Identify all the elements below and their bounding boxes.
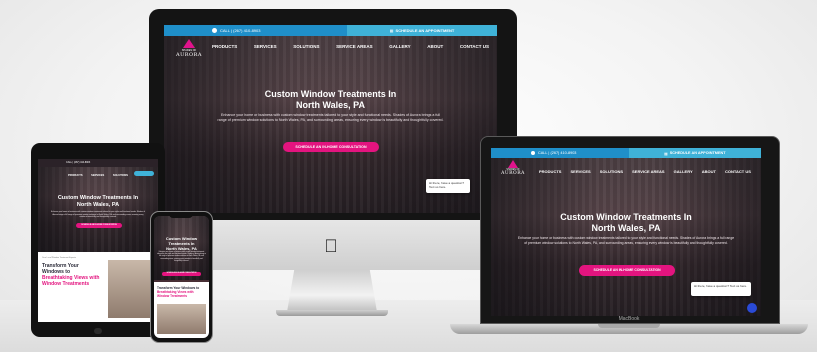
macbook-opening-notch	[598, 324, 660, 328]
consultation-label: SCHEDULE AN IN-HOME CONSULTATION	[81, 224, 117, 226]
ipad-appointment-button[interactable]	[134, 171, 154, 176]
window-treatment-image	[157, 304, 206, 334]
imac-stand-foot	[276, 310, 388, 316]
nav-contact[interactable]: CONTACT US	[460, 44, 489, 49]
consultation-label: SCHEDULE AN IN-HOME CONSULTATION	[593, 268, 661, 272]
main-nav: PRODUCTS SERVICES SOLUTIONS SERVICE AREA…	[539, 169, 751, 174]
hero-title-line1: Custom Window Treatments In	[57, 195, 139, 201]
window-treatment-image	[108, 260, 152, 318]
chat-text: Hi there, have a question? Text us here.	[429, 181, 465, 189]
nav-service-areas[interactable]: SERVICE AREAS	[632, 169, 664, 174]
chat-popup[interactable]: Hi there, have a question? Text us here.	[426, 179, 470, 193]
phone-icon	[531, 151, 535, 155]
consultation-label: SCHEDULE AN IN-HOME CONSULTATION	[295, 145, 367, 149]
call-label: CALL | (267) 410-8903	[538, 151, 577, 155]
nav-about[interactable]: ABOUT	[427, 44, 443, 49]
call-bar[interactable]: CALL | (267) 410-8903	[38, 159, 90, 167]
logo-mark-icon	[508, 160, 518, 168]
consultation-button[interactable]: SCHEDULE AN IN-HOME CONSULTATION	[579, 265, 675, 276]
nav-contact[interactable]: CONTACT US	[725, 169, 751, 174]
hero-title-line1: Custom Window Treatments In	[560, 212, 692, 222]
hero-text: Enhance your home or business with custo…	[51, 211, 145, 219]
appointment-button[interactable]: ▦ SCHEDULE AN APPOINTMENT	[628, 148, 761, 158]
nav-products[interactable]: PRODUCTS	[539, 169, 561, 174]
nav-products[interactable]: PRODUCTS	[212, 44, 237, 49]
appointment-label: SCHEDULE AN APPOINTMENT	[395, 28, 455, 33]
nav-services[interactable]: SERVICES	[91, 174, 104, 177]
calendar-icon: ▦	[389, 28, 394, 33]
ipad-screen: CALL | (267) 410-8903 PRODUCTS SERVICES …	[38, 159, 158, 322]
consultation-button[interactable]: SCHEDULE AN IN-HOME CONSULTATION	[283, 142, 379, 152]
nav-products[interactable]: PRODUCTS	[68, 174, 83, 177]
nav-services[interactable]: SERVICES	[571, 169, 591, 174]
nav-solutions[interactable]: SOLUTIONS	[600, 169, 623, 174]
consultation-button[interactable]: SCHEDULE AN IN-HOME CONSULTATION	[162, 272, 201, 276]
site-logo[interactable]: SHADES OF AURORA	[499, 160, 527, 176]
apple-logo-icon: 	[322, 236, 340, 256]
intro-section: Your Local Window Treatment Experts Tran…	[38, 252, 158, 322]
chat-text: Hi there, have a question? Text us here.	[694, 284, 747, 288]
hero-text: Enhance your home or business with custo…	[217, 113, 444, 122]
hero-title-line2: North Wales, PA	[166, 246, 197, 251]
consultation-label: SCHEDULE AN IN-HOME CONSULTATION	[166, 273, 197, 274]
section-title-pink: Breathtaking Views with Window Treatment…	[157, 290, 194, 298]
ipad-home-indicator	[94, 328, 102, 334]
call-label: CALL | (267) 410-8903	[220, 28, 261, 33]
phone-icon	[212, 28, 217, 33]
appointment-button[interactable]: ▦ SCHEDULE AN APPOINTMENT	[347, 25, 497, 36]
macbook-label: MacBook	[618, 316, 640, 322]
call-label: CALL | (267) 410-8903	[66, 161, 91, 164]
nav-gallery[interactable]: GALLERY	[674, 169, 693, 174]
main-nav: PRODUCTS SERVICES SOLUTIONS SERVICE AREA…	[212, 44, 489, 49]
hero-title-line2: North Wales, PA	[76, 202, 120, 208]
nav-gallery[interactable]: GALLERY	[389, 44, 410, 49]
logo-brand: AURORA	[501, 171, 525, 176]
nav-service-areas[interactable]: SERVICE AREAS	[336, 44, 373, 49]
hero-title: Custom Window Treatments In North Wales,…	[154, 236, 209, 251]
nav-solutions[interactable]: SOLUTIONS	[293, 44, 319, 49]
section-title: Transform Your Windows to Breathtaking V…	[42, 263, 102, 287]
macbook-screen: CALL | (267) 410-8903 ▦ SCHEDULE AN APPO…	[491, 148, 761, 316]
imac-stand	[287, 270, 377, 312]
consultation-button[interactable]: SCHEDULE AN IN-HOME CONSULTATION	[76, 223, 122, 228]
hero-title-line1: Custom Window Treatments In	[264, 89, 397, 99]
hero-title: Custom Window Treatments In North Wales,…	[164, 89, 497, 111]
chat-popup[interactable]: Hi there, have a question? Text us here.	[691, 282, 751, 296]
chat-launcher-icon[interactable]	[747, 303, 757, 313]
nav-services[interactable]: SERVICES	[254, 44, 277, 49]
hero-title: Custom Window Treatments In North Wales,…	[38, 195, 158, 209]
call-bar[interactable]: CALL | (267) 410-8903	[164, 25, 348, 36]
appointment-label: SCHEDULE AN APPOINTMENT	[669, 151, 726, 155]
section-kicker: Your Local Window Treatment Experts	[42, 257, 76, 259]
hero-title-line2: North Wales, PA	[591, 223, 661, 233]
calendar-icon: ▦	[664, 151, 668, 156]
logo-mark-icon	[183, 39, 195, 48]
hero-text: Enhance your home or business with custo…	[517, 236, 735, 245]
nav-about[interactable]: ABOUT	[702, 169, 716, 174]
call-bar[interactable]: CALL | (267) 410-8903	[491, 148, 629, 158]
hero-title-line2: North Wales, PA	[295, 100, 365, 110]
main-nav: PRODUCTS SERVICES SOLUTIONS	[68, 174, 128, 177]
iphone-screen: Custom Window Treatments In North Wales,…	[154, 216, 209, 338]
site-logo[interactable]: SHADES OF AURORA	[174, 39, 204, 58]
nav-solutions[interactable]: SOLUTIONS	[113, 174, 128, 177]
section-title-pink: Breathtaking Views with Window Treatment…	[42, 275, 100, 287]
iphone-notch	[169, 214, 193, 218]
section-title: Transform Your Windows to Breathtaking V…	[157, 286, 206, 298]
imac-screen: CALL | (267) 410-8903 ▦ SCHEDULE AN APPO…	[164, 25, 497, 213]
hero-title: Custom Window Treatments In North Wales,…	[491, 212, 761, 234]
hero-text: Enhance your home or business with custo…	[157, 252, 206, 262]
hero-title-line1: Custom Window Treatments In	[165, 236, 198, 246]
logo-brand: AURORA	[175, 52, 203, 58]
intro-section: Transform Your Windows to Breathtaking V…	[154, 282, 209, 338]
